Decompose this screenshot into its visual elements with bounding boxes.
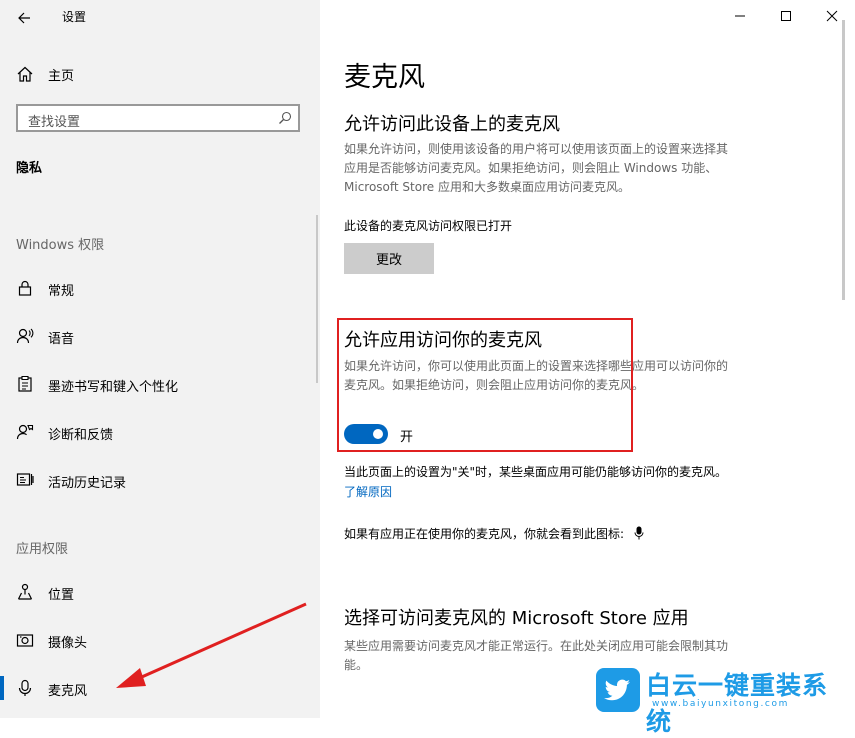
device-access-status: 此设备的麦克风访问权限已打开: [344, 219, 513, 233]
activity-history-icon: [16, 473, 34, 486]
back-button[interactable]: [8, 4, 40, 32]
desktop-apps-note: 当此页面上的设置为"关"时，某些桌面应用可能仍能够访问你的麦克风。: [344, 465, 728, 479]
lock-icon: [18, 280, 32, 296]
sidebar-item-label: 主页: [48, 69, 75, 84]
window-title: 设置: [62, 10, 87, 24]
close-button[interactable]: [809, 0, 855, 32]
sidebar-item-label: 位置: [48, 588, 75, 603]
sidebar-item-label: 活动历史记录: [48, 476, 127, 491]
camera-icon: [16, 634, 34, 647]
icon-note-text: 如果有应用正在使用你的麦克风，你就会看到此图标:: [344, 527, 625, 541]
sidebar-item-label: 麦克风: [48, 684, 88, 699]
section-title: 隐私: [16, 161, 43, 176]
sidebar-item-label: 诊断和反馈: [48, 428, 114, 443]
microphone-icon: [18, 679, 32, 696]
sidebar-item-label: 语音: [48, 332, 75, 347]
sidebar-item-label: 摄像头: [48, 636, 88, 651]
maximize-icon: [781, 11, 791, 21]
highlight-box: [337, 318, 633, 452]
description-line: 应用是否能够访问麦克风。如果拒绝访问，则会阻止 Windows 功能、: [344, 161, 718, 175]
group-heading-apps: 应用权限: [16, 542, 69, 557]
store-apps-heading: 选择可访问麦克风的 Microsoft Store 应用: [344, 608, 689, 629]
main-scrollbar[interactable]: [842, 20, 845, 300]
close-icon: [826, 10, 838, 22]
sidebar-item-general[interactable]: 常规: [0, 268, 320, 308]
watermark-logo: 白云一键重装系统 www.baiyunxitong.com: [596, 666, 848, 736]
annotation-arrow: [116, 602, 307, 688]
sidebar-scrollbar[interactable]: [316, 215, 318, 383]
learn-more-link[interactable]: 了解原因: [344, 483, 392, 500]
location-icon: [17, 583, 33, 600]
sidebar-item-diagnostics[interactable]: 诊断和反馈: [0, 412, 320, 452]
icon-note: 如果有应用正在使用你的麦克风，你就会看到此图标:: [344, 525, 644, 542]
diagnostics-icon: [16, 424, 34, 440]
sidebar-item-label: 墨迹书写和键入个性化: [48, 380, 179, 395]
speech-icon: [16, 328, 34, 344]
microphone-icon: [634, 526, 644, 540]
minimize-icon: [735, 15, 745, 17]
home-icon: [17, 66, 33, 82]
search-icon: [279, 111, 292, 124]
sidebar-item-home[interactable]: 主页: [0, 60, 320, 88]
sidebar-item-inking[interactable]: 墨迹书写和键入个性化: [0, 364, 320, 404]
group-heading-windows: Windows 权限: [16, 238, 105, 253]
sidebar-item-label: 常规: [48, 284, 75, 299]
page-title: 麦克风: [344, 62, 425, 93]
minimize-button[interactable]: [717, 0, 763, 32]
maximize-button[interactable]: [763, 0, 809, 32]
watermark-url: www.baiyunxitong.com: [652, 699, 789, 709]
active-indicator: [0, 676, 4, 700]
sidebar-item-speech[interactable]: 语音: [0, 316, 320, 356]
search-input[interactable]: 查找设置: [16, 104, 300, 132]
description-line: 如果允许访问，则使用该设备的用户将可以使用该页面上的设置来选择其: [344, 142, 729, 156]
device-access-description: 如果允许访问，则使用该设备的用户将可以使用该页面上的设置来选择其 应用是否能够访…: [344, 140, 728, 197]
search-placeholder: 查找设置: [28, 115, 81, 130]
change-button[interactable]: 更改: [344, 243, 434, 274]
description-line: 某些应用需要访问麦克风才能正常运行。在此处关闭应用可能会限制其功: [344, 639, 729, 653]
sidebar-item-activity-history[interactable]: 活动历史记录: [0, 460, 320, 500]
description-line: Microsoft Store 应用和大多数桌面应用访问麦克风。: [344, 180, 630, 194]
inking-icon: [18, 375, 32, 392]
back-arrow-icon: [18, 12, 30, 24]
device-access-heading: 允许访问此设备上的麦克风: [344, 114, 560, 135]
twitter-bird-icon: [596, 668, 640, 712]
